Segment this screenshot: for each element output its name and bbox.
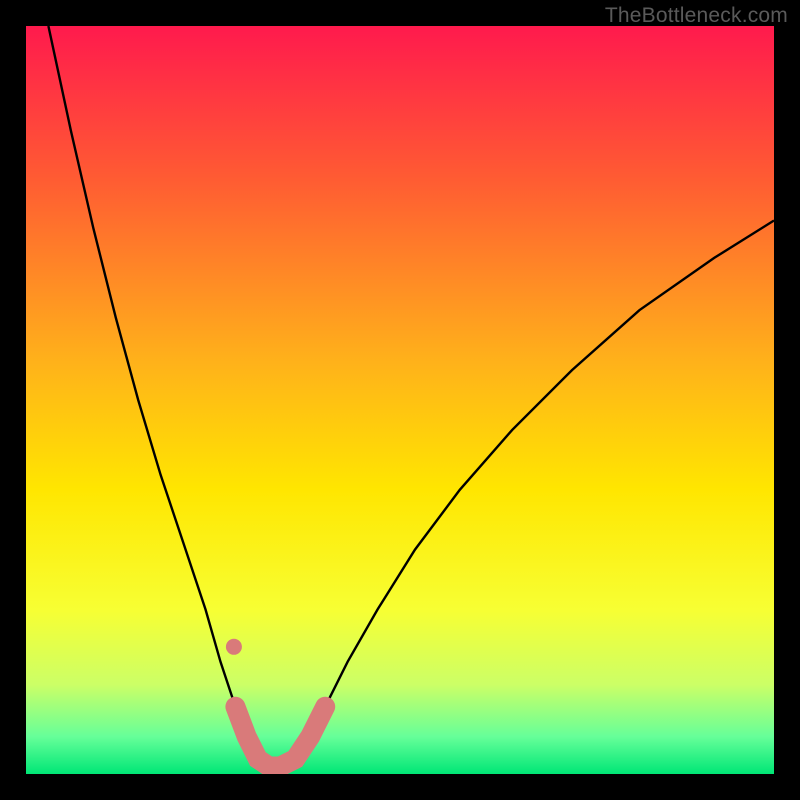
highlight-dot: [226, 639, 242, 655]
plot-area: [26, 26, 774, 774]
curve-layer: [26, 26, 774, 774]
watermark-text: TheBottleneck.com: [605, 4, 788, 28]
chart-frame: TheBottleneck.com: [0, 0, 800, 800]
highlight-band: [235, 707, 325, 767]
bottleneck-curve: [48, 26, 774, 767]
